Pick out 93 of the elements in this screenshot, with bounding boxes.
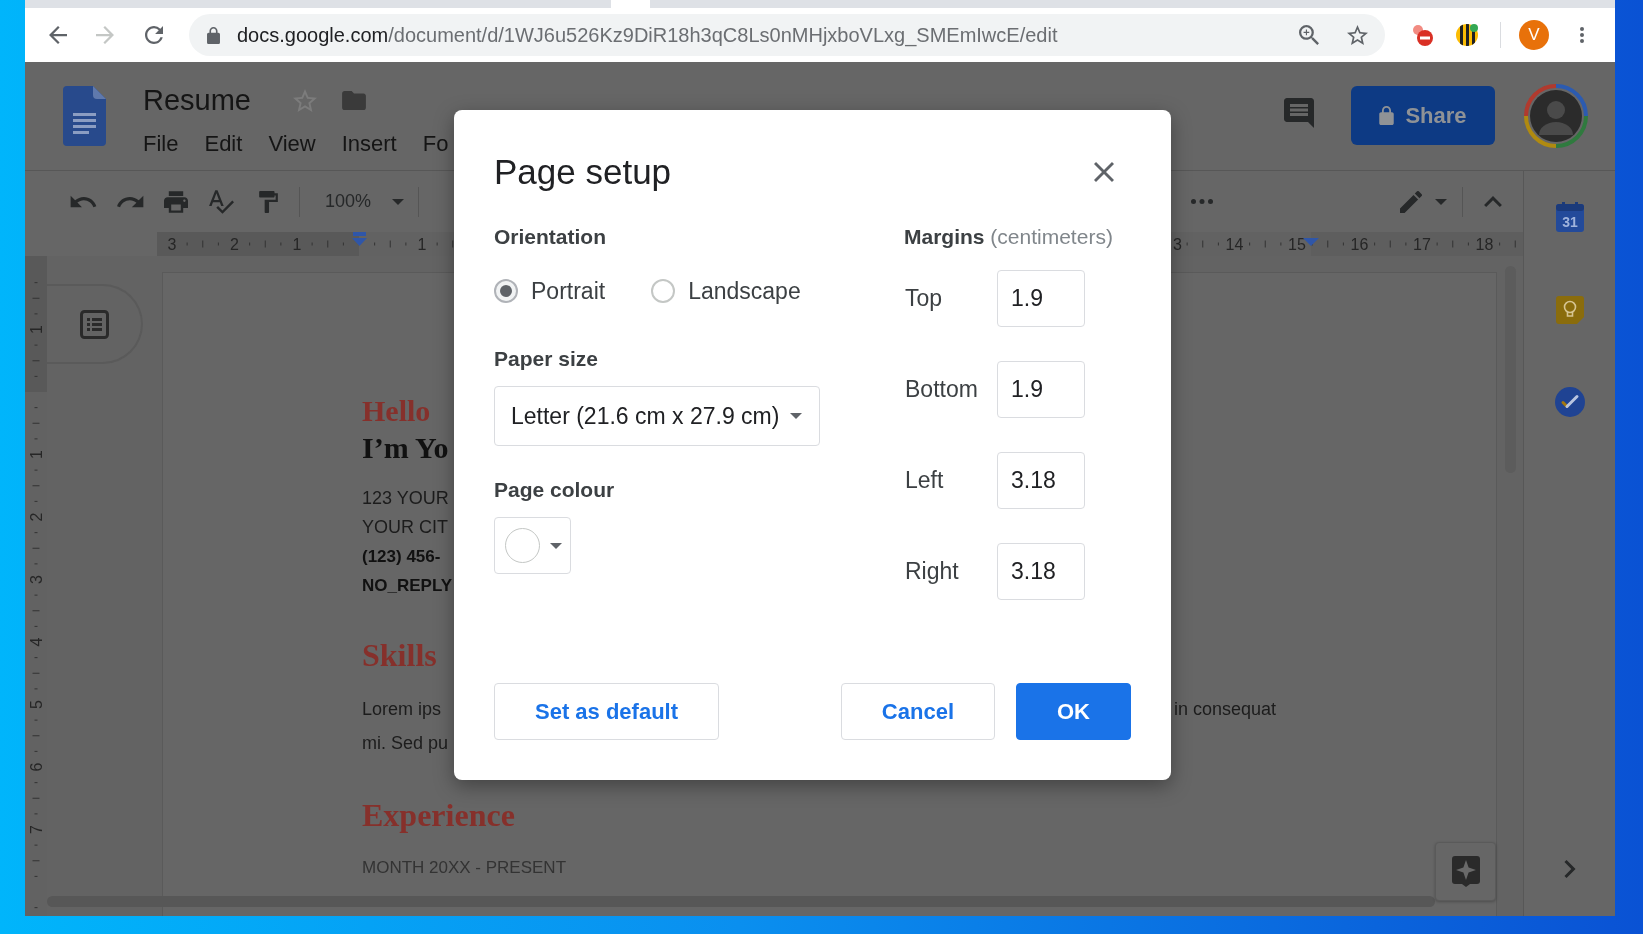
close-icon[interactable] — [1094, 162, 1114, 182]
outline-button[interactable] — [47, 284, 143, 364]
margin-input[interactable]: 3.18 — [997, 452, 1085, 509]
ruler-number: 6 — [27, 762, 45, 772]
ruler-number: 3 — [1173, 236, 1182, 253]
section-label: Margins (centimeters) — [904, 224, 1113, 250]
ruler-number: 18 — [1475, 236, 1494, 253]
section-label: Orientation — [494, 224, 606, 250]
explore-button[interactable] — [1435, 842, 1496, 901]
url-text[interactable]: docs.google.com/document/d/1WJ6u526Kz9DiR18h3qC8Ls0nMHjxboVLxg_SMEmIwcE/edit — [237, 23, 1058, 47]
address-line: YOUR CIT — [362, 516, 448, 539]
lock-icon — [207, 26, 220, 44]
caret-icon — [790, 413, 802, 419]
print-icon[interactable] — [164, 190, 188, 213]
ruler-number: 17 — [1413, 236, 1431, 253]
body-text: in consequat — [1174, 698, 1277, 721]
check-circle-icon[interactable] — [1554, 387, 1585, 417]
ruler-number: 3 — [27, 575, 45, 584]
dialog-button[interactable]: Cancel — [840, 683, 995, 740]
ruler-number: 7 — [27, 825, 45, 834]
dialog-title: Page setup — [494, 151, 672, 193]
zoom-in-icon[interactable] — [1299, 25, 1319, 45]
menu-item[interactable]: View — [268, 128, 316, 160]
caret-icon — [550, 542, 562, 549]
margin-input[interactable]: 1.9 — [997, 270, 1085, 327]
ruler-number: 5 — [27, 700, 45, 709]
name-heading: I’m Yo — [362, 430, 449, 466]
caret-icon — [392, 198, 405, 205]
menu-item[interactable]: Fo — [422, 128, 449, 160]
page-colour-button[interactable] — [494, 517, 571, 574]
body-text: Lorem ips — [362, 698, 442, 721]
section-heading: Experience — [362, 796, 515, 835]
address-line: 123 YOUR — [362, 487, 449, 510]
paint-roller-icon[interactable] — [259, 190, 278, 213]
radio-button[interactable] — [651, 279, 676, 303]
reload-icon[interactable] — [145, 26, 163, 44]
ruler-number: 16 — [1350, 236, 1369, 253]
ruler-number: 1 — [417, 236, 427, 253]
sparkle-icon — [1451, 856, 1480, 887]
chevron-right-icon[interactable] — [1563, 860, 1576, 878]
zoom-dropdown[interactable]: 100% — [325, 191, 405, 212]
ruler-number: 14 — [1225, 236, 1244, 253]
greeting-heading: Hello — [362, 393, 431, 429]
docs-logo-icon[interactable] — [63, 86, 106, 146]
margin-input[interactable]: 1.9 — [997, 361, 1085, 418]
pencil-icon[interactable] — [1400, 190, 1422, 213]
document-title[interactable]: Resume — [143, 82, 251, 118]
indent-marker-icon[interactable] — [352, 232, 367, 246]
share-button[interactable]: Share — [1351, 86, 1495, 145]
no-entry-icon[interactable] — [1411, 24, 1433, 46]
contact-line: NO_REPLY — [362, 575, 453, 597]
redo-icon[interactable] — [117, 195, 144, 208]
section-label: Page colour — [494, 477, 615, 503]
section-label: Paper size — [494, 346, 598, 372]
address-field[interactable]: docs.google.com/document/d/1WJ6u526Kz9DiR18h3qC8Ls0nMHjxboVLxg_SMEmIwcE/edit — [189, 14, 1385, 56]
caret-icon[interactable] — [1435, 198, 1447, 205]
striped-circle-icon[interactable] — [1455, 23, 1479, 47]
undo-icon[interactable] — [70, 195, 97, 208]
spellcheck-icon[interactable] — [209, 189, 234, 214]
comment-icon[interactable] — [1284, 98, 1314, 128]
more-icon[interactable] — [1580, 27, 1584, 43]
menu-item[interactable]: Edit — [204, 128, 243, 160]
list-icon — [79, 309, 109, 339]
body-text: mi. Sed pu — [362, 732, 449, 755]
radio-label[interactable]: Portrait — [531, 276, 606, 306]
chevron-up-icon[interactable] — [1484, 196, 1502, 207]
contact-line: (123) 456- — [362, 546, 441, 568]
lock-icon — [1379, 106, 1395, 125]
lightbulb-icon[interactable] — [1555, 296, 1584, 324]
radio-label[interactable]: Landscape — [688, 276, 801, 306]
margin-label: Bottom — [905, 376, 978, 403]
dialog-button[interactable]: OK — [1016, 683, 1131, 740]
menu-item[interactable]: File — [143, 128, 179, 160]
profile-button[interactable]: V — [1519, 20, 1549, 50]
margin-label: Right — [905, 558, 959, 585]
avatar-icon[interactable] — [1524, 84, 1588, 148]
section-heading: Skills — [362, 636, 437, 675]
dialog-button[interactable]: Set as default — [494, 683, 720, 740]
more-icon[interactable] — [1191, 199, 1213, 204]
margin-label: Left — [905, 467, 944, 494]
back-icon[interactable] — [49, 26, 67, 44]
folder-icon[interactable] — [342, 90, 366, 110]
menu-item[interactable]: Insert — [341, 128, 397, 160]
ruler-number: 2 — [27, 512, 45, 522]
paper-size-dropdown[interactable]: Letter (21.6 cm x 27.9 cm) — [494, 386, 820, 446]
calendar-icon[interactable]: 31 — [1555, 202, 1584, 232]
margin-label: Top — [905, 285, 943, 312]
star-icon[interactable] — [1347, 25, 1368, 45]
ruler-number: 15 — [1288, 236, 1306, 253]
radio-button[interactable] — [494, 279, 518, 303]
ruler-number: 1 — [27, 450, 45, 459]
ruler-number: 4 — [27, 637, 45, 647]
margin-input[interactable]: 3.18 — [997, 543, 1085, 600]
